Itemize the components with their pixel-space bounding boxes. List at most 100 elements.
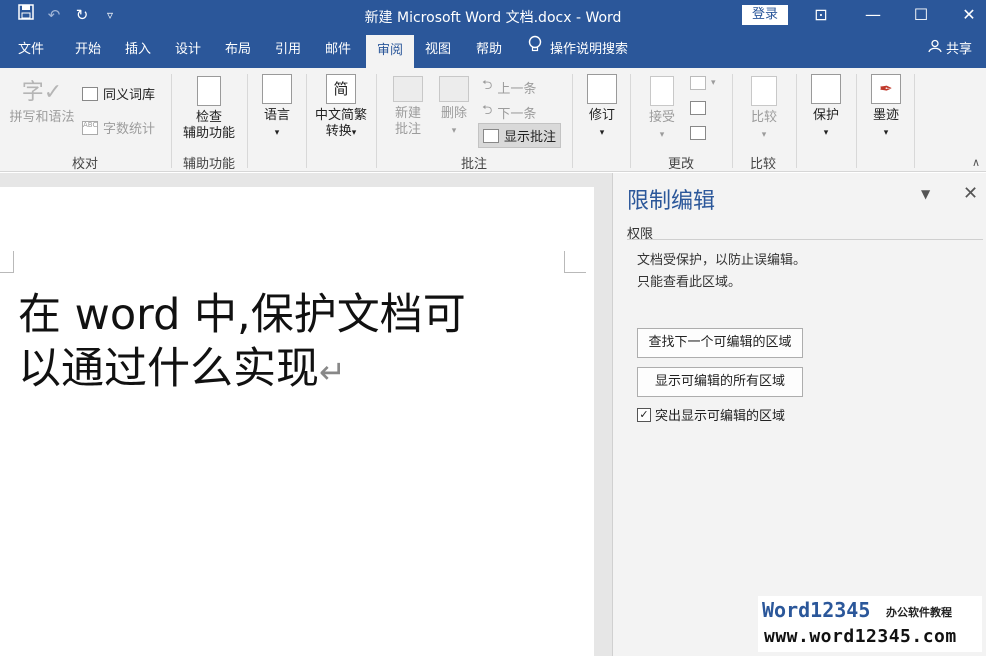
language-icon: [262, 74, 292, 104]
watermark-brand: Word12345: [762, 598, 871, 622]
tab-view[interactable]: 视图: [416, 32, 460, 68]
view-only-message: 只能查看此区域。: [637, 275, 742, 290]
chevron-down-icon: ▾: [711, 78, 716, 88]
delete-label: 删除: [440, 106, 467, 121]
tab-home[interactable]: 开始: [66, 32, 110, 68]
pen-icon: ✒: [871, 74, 901, 104]
show-comments-icon: [483, 128, 499, 143]
highlight-regions-checkbox[interactable]: ✓ 突出显示可编辑的区域: [637, 405, 785, 424]
tab-help[interactable]: 帮助: [466, 32, 512, 68]
delete-comment-button[interactable]: 删除 ▾: [432, 76, 476, 139]
word-count-label: 字数统计: [103, 122, 156, 137]
group-label-comments: 批注: [460, 157, 487, 172]
delete-comment-icon: [439, 76, 469, 102]
ribbon-tabs: 文件 开始 插入 设计 布局 引用 邮件 审阅 视图 帮助 操作说明搜索 共享: [0, 32, 986, 68]
pane-options-icon[interactable]: ▼: [921, 187, 930, 201]
ribbon-separator: [796, 74, 797, 168]
watermark-subtitle: 办公软件教程: [886, 606, 952, 619]
track-changes-icon: [587, 74, 617, 104]
accept-button[interactable]: 接受 ▾: [640, 76, 684, 143]
track-changes-button[interactable]: 修订 ▾: [580, 74, 624, 141]
protect-label: 保护: [812, 108, 839, 123]
show-comments-label: 显示批注: [504, 130, 557, 145]
language-button[interactable]: 语言 ▾: [254, 74, 300, 141]
next-comment-button[interactable]: ⮌ 下一条: [482, 101, 536, 123]
group-label-changes: 更改: [667, 157, 694, 172]
paragraph-mark-icon: ↵: [319, 353, 346, 391]
ribbon-separator: [630, 74, 631, 168]
thesaurus-label: 同义词库: [103, 88, 156, 103]
word-window: ↶ ↻ ▿ 新建 Microsoft Word 文档.docx - Word 登…: [0, 0, 986, 656]
chevron-down-icon: ▾: [823, 128, 829, 138]
protection-message: 文档受保护，以防止误编辑。: [637, 253, 807, 268]
next-change-button[interactable]: [690, 126, 706, 140]
chevron-down-icon: ▾: [351, 128, 357, 138]
collapse-ribbon-icon[interactable]: ∧: [972, 156, 980, 169]
doc-line-2: 以通过什么实现↵: [18, 344, 346, 394]
minimize-button[interactable]: —: [850, 0, 896, 32]
maximize-button[interactable]: ☐: [898, 0, 944, 32]
previous-change-button[interactable]: [690, 101, 706, 115]
share-button[interactable]: 共享: [928, 32, 972, 68]
previous-label: 上一条: [497, 81, 537, 97]
checkbox-check-icon[interactable]: ✓: [637, 407, 651, 422]
tab-review[interactable]: 审阅: [366, 35, 414, 68]
ribbon-display-options-icon[interactable]: ⊡: [798, 0, 844, 32]
group-label-compare: 比较: [749, 157, 776, 172]
new-comment-icon: [393, 76, 423, 102]
find-next-region-button[interactable]: 查找下一个可编辑的区域: [637, 328, 803, 358]
ribbon-separator: [247, 74, 248, 168]
chevron-down-icon: ▾: [274, 128, 280, 138]
doc-line-1: 在 word 中,保护文档可: [18, 290, 466, 340]
login-button[interactable]: 登录: [742, 5, 788, 25]
document-page[interactable]: 在 word 中,保护文档可 以通过什么实现↵: [0, 187, 594, 656]
check-access-label-2: 辅助功能: [182, 126, 235, 141]
previous-arrow-icon: ⮌: [482, 78, 493, 93]
previous-comment-button[interactable]: ⮌ 上一条: [482, 76, 536, 98]
person-icon: [928, 39, 946, 57]
ribbon-separator: [376, 74, 377, 168]
word-count-button[interactable]: ABC 字数统计: [82, 118, 155, 137]
site-watermark: Word12345 办公软件教程 www.word12345.com: [758, 596, 982, 652]
protect-button[interactable]: 保护 ▾: [804, 74, 848, 141]
chevron-down-icon: ▾: [659, 130, 665, 140]
close-button[interactable]: ✕: [946, 0, 986, 32]
chevron-down-icon: ▾: [599, 128, 605, 138]
thesaurus-book-icon: [82, 86, 98, 101]
accessibility-doc-icon: [197, 76, 221, 106]
document-area: 在 word 中,保护文档可 以通过什么实现↵: [0, 173, 612, 656]
ink-button[interactable]: ✒ 墨迹 ▾: [864, 74, 908, 141]
show-comments-button[interactable]: 显示批注: [478, 123, 562, 148]
group-label-accessibility: 辅助功能: [182, 157, 235, 172]
spelling-grammar-button[interactable]: 字✓ 拼写和语法: [8, 76, 76, 126]
show-all-regions-button[interactable]: 显示可编辑的所有区域: [637, 367, 803, 397]
check-accessibility-button[interactable]: 检查 辅助功能: [176, 76, 242, 142]
crop-mark: [0, 251, 14, 273]
reject-button[interactable]: ▾: [690, 76, 716, 90]
tell-me-search[interactable]: 操作说明搜索: [528, 32, 628, 68]
compare-label: 比较: [750, 110, 777, 125]
tab-references[interactable]: 引用: [266, 32, 310, 68]
next-arrow-icon: ⮌: [482, 103, 493, 118]
new-comment-label-1: 新建: [394, 106, 421, 121]
accept-check-icon: [650, 76, 674, 106]
thesaurus-button[interactable]: 同义词库: [82, 84, 155, 103]
title-bar: ↶ ↻ ▿ 新建 Microsoft Word 文档.docx - Word 登…: [0, 0, 986, 32]
spelling-check-icon: 字✓: [21, 80, 63, 105]
chevron-down-icon: ▾: [761, 130, 767, 140]
document-body-text[interactable]: 在 word 中,保护文档可 以通过什么实现↵: [18, 288, 578, 399]
compare-button[interactable]: 比较 ▾: [740, 76, 788, 143]
chinese-conversion-button[interactable]: 简 中文简繁 转换▾: [310, 74, 372, 141]
ribbon-separator: [856, 74, 857, 168]
tab-file[interactable]: 文件: [10, 32, 52, 68]
previous-change-icon: [690, 101, 706, 115]
new-comment-button[interactable]: 新建 批注: [384, 76, 432, 138]
tab-mailings[interactable]: 邮件: [316, 32, 360, 68]
tab-layout[interactable]: 布局: [216, 32, 260, 68]
pane-close-icon[interactable]: ✕: [963, 183, 978, 204]
restrict-editing-pane: 限制编辑 ▼ ✕ 权限 文档受保护，以防止误编辑。 只能查看此区域。 查找下一个…: [612, 173, 986, 656]
tab-design[interactable]: 设计: [166, 32, 210, 68]
share-label: 共享: [945, 42, 972, 57]
tab-insert[interactable]: 插入: [116, 32, 160, 68]
ribbon-separator: [572, 74, 573, 168]
